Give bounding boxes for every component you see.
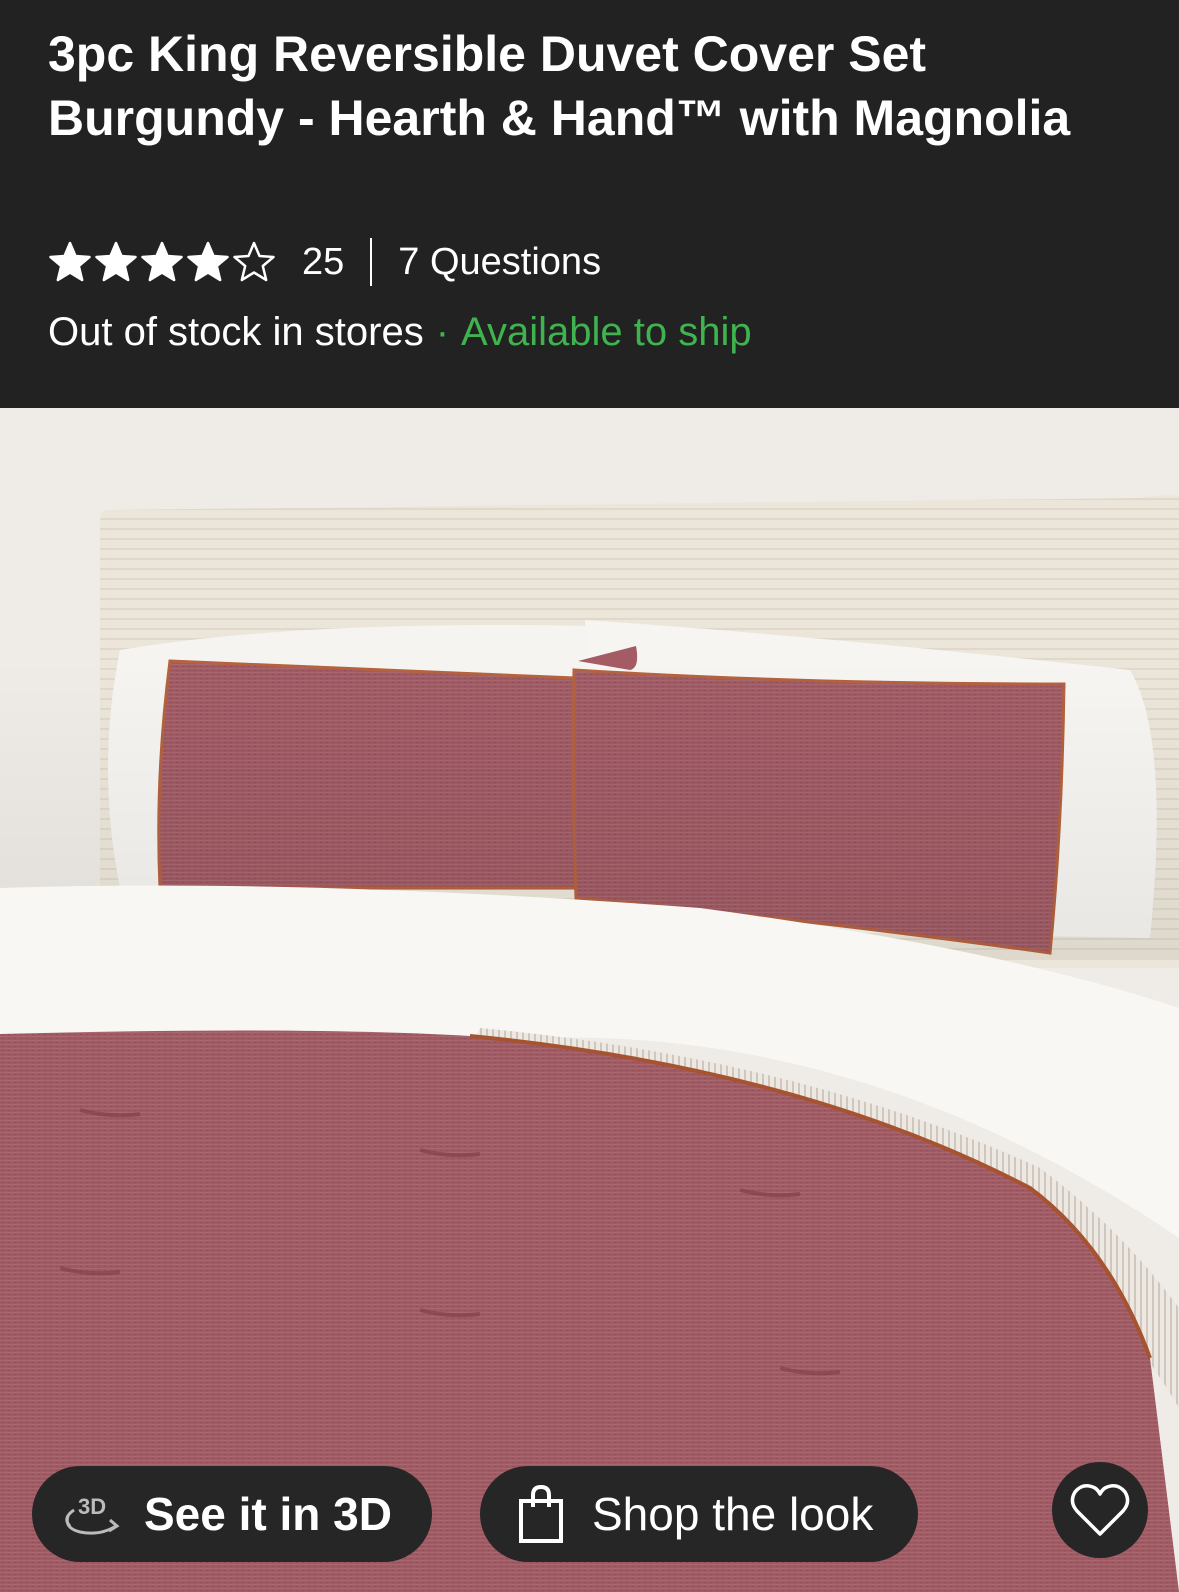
3d-badge-text: 3D <box>78 1494 106 1519</box>
star-empty-icon <box>232 240 276 284</box>
review-count[interactable]: 25 <box>302 241 344 284</box>
bed-photo <box>0 408 1179 1592</box>
3d-rotate-icon: 3D <box>65 1494 120 1535</box>
store-stock-status: Out of stock in stores <box>48 310 424 354</box>
product-image[interactable] <box>0 408 1179 1592</box>
see-in-3d-button[interactable]: 3D See it in 3D <box>32 1466 432 1562</box>
favorite-button[interactable] <box>1052 1462 1148 1558</box>
rating-row[interactable]: 25 7 Questions <box>48 234 601 290</box>
availability-row: Out of stock in stores · Available to sh… <box>48 310 752 355</box>
shopping-bag-icon <box>519 1484 563 1543</box>
star-filled-icon <box>94 240 138 284</box>
status-separator: · <box>435 310 450 354</box>
product-header: 3pc King Reversible Duvet Cover Set Burg… <box>0 0 1179 408</box>
star-filled-icon <box>186 240 230 284</box>
star-rating[interactable] <box>48 240 276 284</box>
rating-divider <box>370 238 373 286</box>
heart-icon <box>1070 1484 1130 1536</box>
product-title: 3pc King Reversible Duvet Cover Set Burg… <box>48 26 1071 146</box>
star-filled-icon <box>48 240 92 284</box>
ship-status[interactable]: Available to ship <box>461 310 752 355</box>
questions-link[interactable]: 7 Questions <box>398 241 601 284</box>
shop-the-look-label: Shop the look <box>592 1488 874 1540</box>
shop-the-look-button[interactable]: Shop the look <box>480 1466 918 1562</box>
star-filled-icon <box>140 240 184 284</box>
see-in-3d-label: See it in 3D <box>144 1488 392 1540</box>
